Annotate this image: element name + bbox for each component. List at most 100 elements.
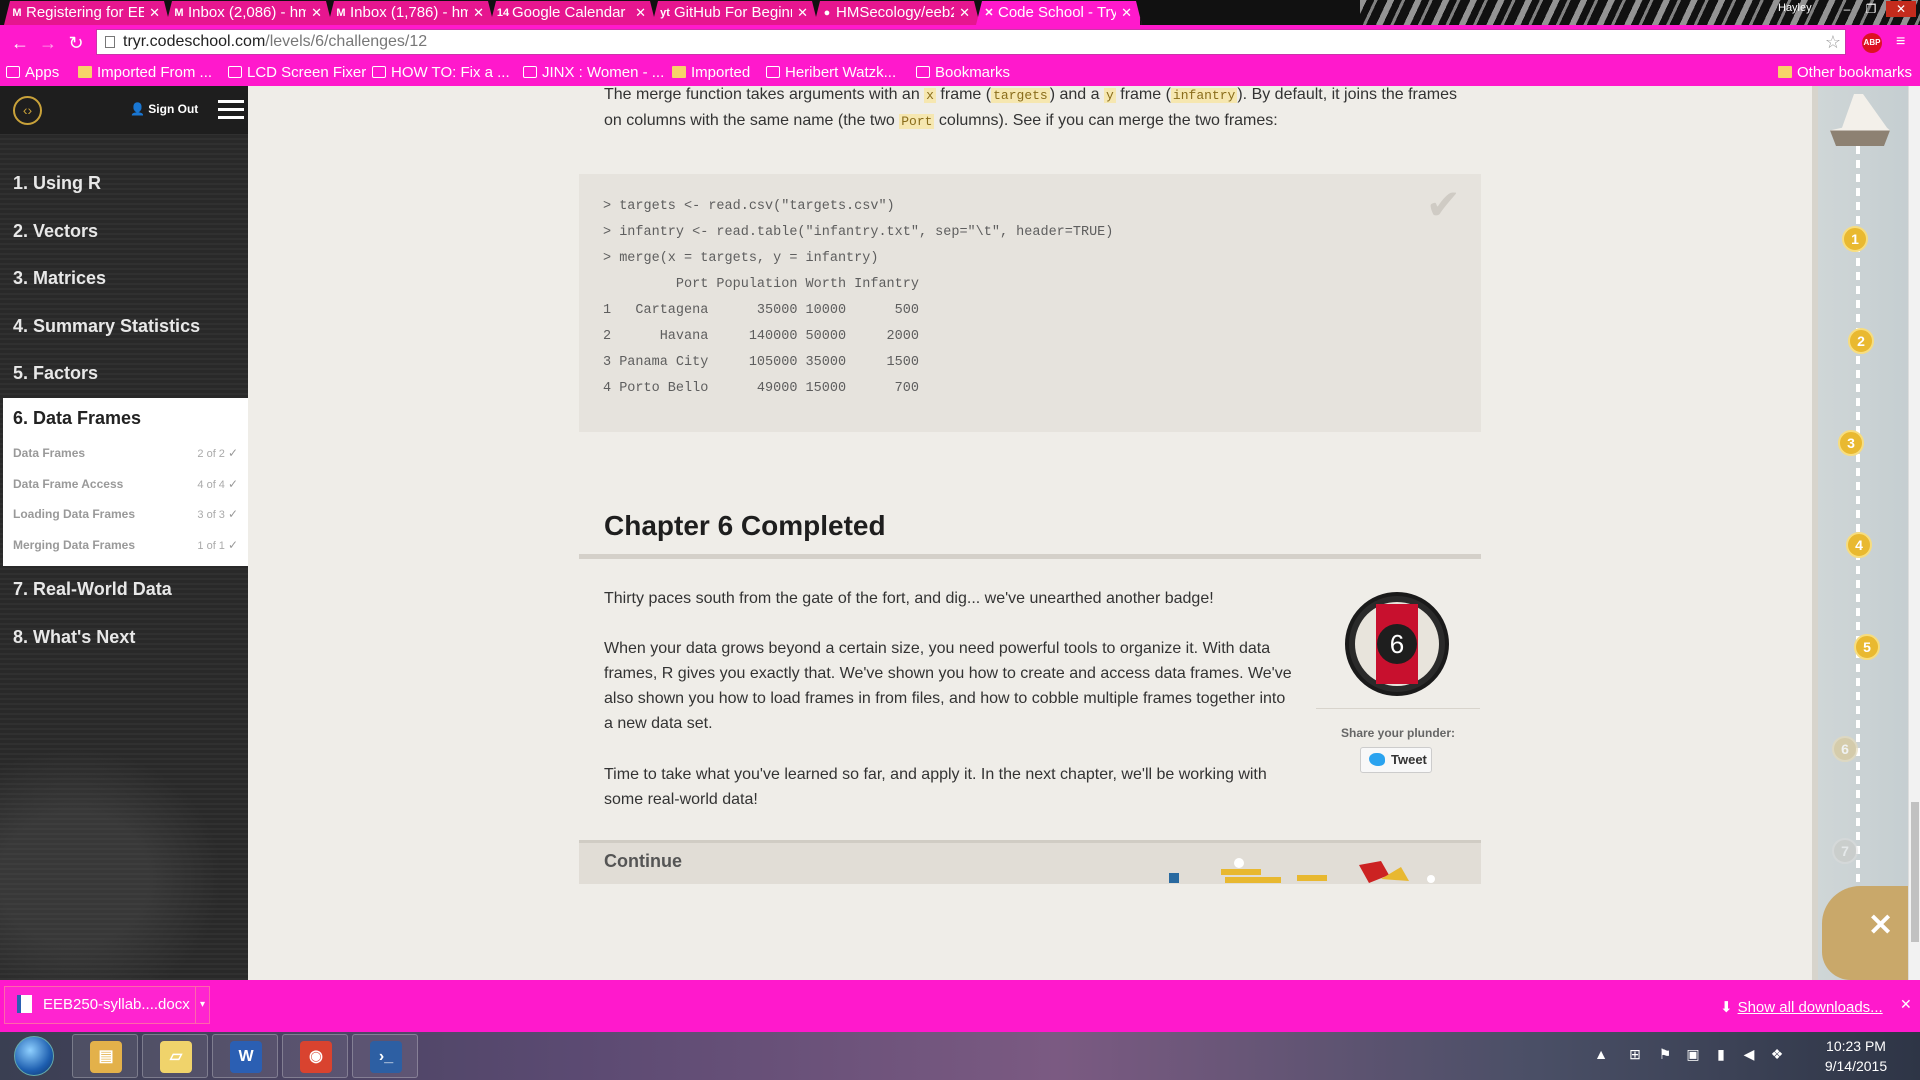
tab-close-icon[interactable]: ✕ <box>797 1 808 25</box>
lesson-progress: 1 of 1 ✓ <box>197 534 238 557</box>
windows-logo-icon <box>14 1036 54 1076</box>
browser-tab[interactable]: M Inbox (1,786) - hmst ✕ <box>328 1 494 25</box>
reload-icon[interactable]: ↻ <box>64 31 88 55</box>
octopus-decoration <box>0 726 248 980</box>
codeschool-icon: ✕ <box>984 7 994 19</box>
dropbox-icon[interactable]: ❖ <box>1768 1046 1786 1064</box>
map-marker[interactable]: 1 <box>1842 226 1868 252</box>
star-icon[interactable]: ☆ <box>1825 30 1841 54</box>
tab-close-icon[interactable]: ✕ <box>311 1 322 25</box>
start-button[interactable] <box>6 1034 64 1078</box>
map-marker[interactable]: 6 <box>1832 736 1858 762</box>
map-marker[interactable]: 7 <box>1832 838 1858 864</box>
continue-button[interactable]: Continue <box>604 851 682 872</box>
codeschool-logo-icon[interactable]: ‹› <box>13 96 42 125</box>
tryr-page: ‹› 👤 Sign Out 1. Using R 2. Vectors 3. Mat… <box>0 86 1920 980</box>
tab-close-icon[interactable]: ✕ <box>1121 1 1132 25</box>
tweet-label: Tweet <box>1391 752 1427 767</box>
tab-close-icon[interactable]: ✕ <box>635 1 646 25</box>
sidebar-lesson[interactable]: Merging Data Frames 1 of 1 ✓ <box>13 534 238 556</box>
sidebar-chapter[interactable]: 4. Summary Statistics <box>0 303 248 349</box>
clock-date[interactable]: 9/14/2015 <box>1806 1058 1906 1074</box>
bookmark-item[interactable]: Bookmarks <box>916 64 1010 81</box>
other-bookmarks[interactable]: Other bookmarks <box>1778 64 1912 81</box>
back-icon[interactable]: ← <box>8 31 32 55</box>
browser-tab[interactable]: ✕ Code School - Try R ✕ <box>976 1 1142 25</box>
security-icon[interactable]: ▣ <box>1684 1046 1702 1064</box>
lesson-label: Loading Data Frames <box>13 507 136 521</box>
bookmark-item[interactable]: Imported From ... <box>78 64 212 81</box>
chevron-down-icon[interactable]: ▾ <box>195 987 209 1023</box>
tweet-button[interactable]: Tweet <box>1360 747 1432 773</box>
network-icon[interactable]: ▮ <box>1712 1046 1730 1064</box>
twitter-icon <box>1369 753 1385 766</box>
sidebar-chapter[interactable]: 5. Factors <box>0 350 248 396</box>
chrome-app[interactable]: ◉ <box>282 1034 348 1078</box>
map-marker[interactable]: 5 <box>1854 634 1880 660</box>
sticky-notes-app[interactable]: ▱ <box>142 1034 208 1078</box>
continue-bar[interactable]: Continue <box>579 840 1481 884</box>
sidebar-chapter[interactable]: 8. What's Next <box>0 614 248 660</box>
bookmark-item[interactable]: Imported <box>672 64 750 81</box>
url-input[interactable]: tryr.codeschool.com/levels/6/challenges/… <box>96 29 1846 55</box>
url-host: tryr.codeschool.com <box>123 33 266 50</box>
sidebar-lesson[interactable]: Data Frames 2 of 2 ✓ <box>13 442 238 464</box>
powershell-app[interactable]: ›_ <box>352 1034 418 1078</box>
sidebar-lesson[interactable]: Data Frame Access 4 of 4 ✓ <box>13 473 238 495</box>
restore-icon[interactable]: ❐ <box>1860 1 1882 17</box>
tab-label: HMSecology/eeb201 <box>836 4 951 21</box>
active-chapter[interactable]: 6. Data Frames Data Frames 2 of 2 ✓ Data Fr… <box>3 398 248 566</box>
show-all-downloads-link[interactable]: ⬇ Show all downloads... <box>1720 998 1883 1016</box>
map-marker[interactable]: 4 <box>1846 532 1872 558</box>
bookmark-item[interactable]: Apps <box>6 64 59 81</box>
divider <box>1316 708 1480 709</box>
download-shelf: EEB250-syllab....docx ▾ ⬇ Show all downlo… <box>0 980 1920 1032</box>
sidebar-lesson[interactable]: Loading Data Frames 3 of 3 ✓ <box>13 503 238 525</box>
word-document-icon <box>17 995 32 1013</box>
map-marker[interactable]: 2 <box>1848 328 1874 354</box>
bookmark-item[interactable]: Heribert Watzk... <box>766 64 896 81</box>
heart-icon <box>766 66 780 78</box>
forward-icon[interactable]: → <box>36 31 60 55</box>
sidebar-chapter[interactable]: 3. Matrices <box>0 255 248 301</box>
explorer-app[interactable]: ▤ <box>72 1034 138 1078</box>
completion-paragraph-2: When your data grows beyond a certain si… <box>604 640 1292 732</box>
sidebar-chapter[interactable]: 7. Real-World Data <box>0 566 248 612</box>
download-item[interactable]: EEB250-syllab....docx ▾ <box>4 986 210 1024</box>
code-token: y <box>1103 88 1116 103</box>
sidebar-chapter[interactable]: 2. Vectors <box>0 208 248 254</box>
browser-tab[interactable]: M Registering for EEB 4 ✕ <box>4 1 170 25</box>
bookmark-label: Apps <box>25 64 60 81</box>
tab-close-icon[interactable]: ✕ <box>149 1 160 25</box>
browser-tab[interactable]: ● HMSecology/eeb201 ✕ <box>814 1 980 25</box>
bookmark-item[interactable]: LCD Screen Fixer <box>228 64 366 81</box>
hamburger-icon[interactable] <box>218 100 244 120</box>
word-app[interactable]: W <box>212 1034 278 1078</box>
profile-name[interactable]: Hayley <box>1778 2 1812 14</box>
window-close-icon[interactable]: ✕ <box>1886 1 1916 17</box>
clock-time[interactable]: 10:23 PM <box>1806 1038 1906 1054</box>
browser-tab[interactable]: M Inbox (2,086) - hms.p ✕ <box>166 1 332 25</box>
challenge-content: The merge function takes arguments with … <box>248 86 1810 980</box>
page-scrollbar[interactable] <box>1908 86 1920 980</box>
adblock-icon[interactable]: ABP <box>1862 33 1882 53</box>
volume-icon[interactable]: ◀ <box>1740 1046 1758 1064</box>
minimize-icon[interactable]: – <box>1836 1 1858 17</box>
browser-tab[interactable]: 14Google Calendar - W ✕ <box>490 1 656 25</box>
chapter-completed-title: Chapter 6 Completed <box>604 510 886 541</box>
sidebar-chapter[interactable]: 1. Using R <box>0 160 248 206</box>
tab-close-icon[interactable]: ✕ <box>959 1 970 25</box>
browser-tab[interactable]: yt GitHub For Beginner ✕ <box>652 1 818 25</box>
bookmark-item[interactable]: JINX : Women - ... <box>523 64 664 81</box>
tab-close-icon[interactable]: ✕ <box>473 1 484 25</box>
tray-expand-icon[interactable]: ▲ <box>1592 1046 1610 1064</box>
flag-icon[interactable]: ⚑ <box>1656 1046 1674 1064</box>
map-marker[interactable]: 3 <box>1838 430 1864 456</box>
chrome-app-icon: ◉ <box>300 1041 332 1073</box>
browser-menu-icon[interactable]: ≡ <box>1896 33 1905 51</box>
windows-icon[interactable]: ⊞ <box>1626 1046 1644 1064</box>
sign-out-link[interactable]: 👤 Sign Out <box>130 102 198 116</box>
scroll-thumb[interactable] <box>1911 802 1919 942</box>
bookmark-item[interactable]: HOW TO: Fix a ... <box>372 64 510 81</box>
close-icon[interactable]: ✕ <box>1900 996 1912 1013</box>
